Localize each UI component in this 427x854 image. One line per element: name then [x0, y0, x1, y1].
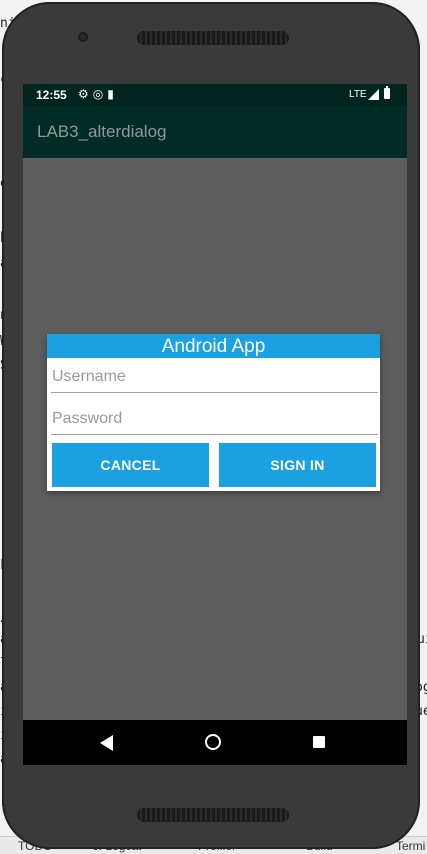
password-field[interactable] [51, 404, 378, 435]
ide-tab-terminal[interactable]: Termi [396, 839, 425, 853]
device-screen: 12:55 ⚙◎▮ LTE LAB3_alterdialog Android A… [23, 84, 407, 765]
network-type: LTE [349, 89, 367, 100]
login-dialog: Android App CANCEL SIGN IN [47, 334, 380, 491]
recents-icon[interactable] [313, 736, 325, 748]
back-icon[interactable] [100, 735, 113, 751]
top-speaker-grille [137, 31, 289, 45]
app-bar: LAB3_alterdialog [23, 106, 407, 158]
username-field[interactable] [51, 362, 378, 393]
sign-in-button[interactable]: SIGN IN [219, 443, 376, 487]
home-icon[interactable] [205, 734, 221, 750]
dialog-title: Android App [47, 334, 380, 358]
signal-icon [368, 89, 379, 100]
status-bar: 12:55 ⚙◎▮ LTE [23, 84, 407, 106]
sync-icon: ◎ [92, 87, 108, 101]
gear-icon: ⚙ [78, 87, 93, 101]
status-notification-icons: ⚙◎▮ [78, 87, 118, 101]
sd-card-icon: ▮ [107, 87, 118, 101]
app-title: LAB3_alterdialog [37, 122, 167, 141]
front-camera [78, 32, 88, 42]
cancel-button[interactable]: CANCEL [52, 443, 209, 487]
navigation-bar [23, 720, 407, 765]
status-time: 12:55 [36, 88, 67, 102]
phone-frame: 12:55 ⚙◎▮ LTE LAB3_alterdialog Android A… [2, 2, 420, 849]
battery-icon [384, 86, 390, 99]
bottom-speaker-grille [137, 808, 289, 822]
